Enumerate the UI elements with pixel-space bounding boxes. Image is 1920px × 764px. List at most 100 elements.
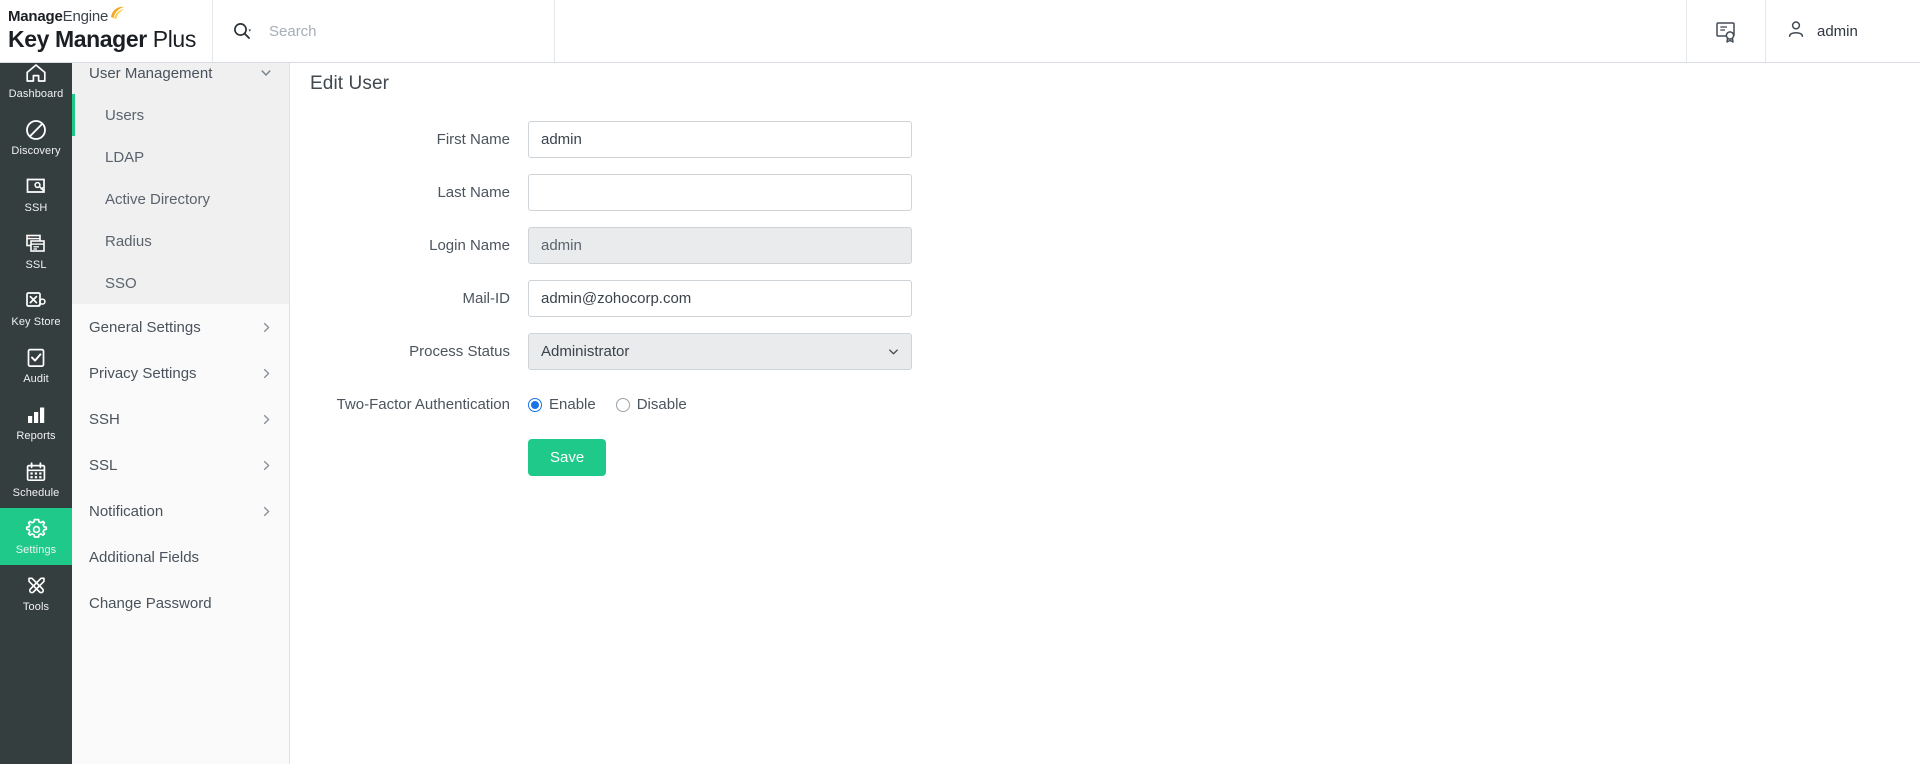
rail-label-tools: Tools xyxy=(22,601,50,613)
header-spacer xyxy=(555,0,1686,62)
rail-item-tools[interactable]: Tools xyxy=(0,565,72,622)
subnav-item-label-privacy-settings: Privacy Settings xyxy=(89,364,197,382)
rail-label-ssl: SSL xyxy=(25,259,47,271)
rail-item-reports[interactable]: Reports xyxy=(0,394,72,451)
rail-label-ssh: SSH xyxy=(24,202,48,214)
form-row-two-factor: Two-Factor Authentication Enable Disable xyxy=(310,386,1920,423)
main-content: Edit User First Name Last Name Login Nam… xyxy=(290,52,1920,764)
subnav-item-label-ssl: SSL xyxy=(89,456,118,474)
subnav-item-radius[interactable]: Radius xyxy=(72,220,289,262)
subnav-item-change-password[interactable]: Change Password xyxy=(72,580,289,626)
rail-label-audit: Audit xyxy=(23,373,49,385)
rail-item-ssh[interactable]: SSH xyxy=(0,166,72,223)
form-row-login-name: Login Name xyxy=(310,227,1920,264)
radio-enable-indicator xyxy=(528,397,542,412)
user-menu[interactable]: admin xyxy=(1765,0,1920,62)
rail-item-settings[interactable]: Settings xyxy=(0,508,72,565)
radio-disable-label: Disable xyxy=(636,396,687,413)
subnav-item-notification[interactable]: Notification xyxy=(72,488,289,534)
no-entry-compass-icon xyxy=(24,118,48,142)
last-name-input[interactable] xyxy=(528,174,912,211)
chevron-right-icon xyxy=(260,367,273,380)
rail-label-discovery: Discovery xyxy=(11,145,61,157)
rail-item-audit[interactable]: Audit xyxy=(0,337,72,394)
two-factor-radio-group: Enable Disable xyxy=(528,396,701,413)
subnav-item-label-general-settings: General Settings xyxy=(89,318,201,336)
logo-plus-text: Plus xyxy=(146,26,197,53)
label-first-name: First Name xyxy=(436,131,510,148)
subnav-item-general-settings[interactable]: General Settings xyxy=(72,304,289,350)
subnav-item-label-users: Users xyxy=(105,106,145,124)
rail-item-ssl[interactable]: SSL xyxy=(0,223,72,280)
logo-manageengine: Manage Engine xyxy=(8,7,212,26)
settings-secondary-nav: User Management Users LDAP Active Direct… xyxy=(72,52,290,764)
process-status-select[interactable]: Administrator xyxy=(528,333,912,370)
search-icon[interactable] xyxy=(232,21,253,42)
home-icon xyxy=(24,61,48,85)
radio-option-enable[interactable]: Enable xyxy=(528,396,596,413)
login-name-input xyxy=(528,227,912,264)
monitor-key-icon xyxy=(24,175,48,199)
header-actions: admin xyxy=(1686,0,1920,62)
calendar-icon xyxy=(24,460,48,484)
process-status-select-wrap: Administrator xyxy=(528,333,912,370)
chevron-right-icon xyxy=(260,505,273,518)
subnav-item-ssl[interactable]: SSL xyxy=(72,442,289,488)
radio-option-disable[interactable]: Disable xyxy=(615,396,687,413)
subnav-item-users[interactable]: Users xyxy=(72,94,289,136)
subnav-group-label: User Management xyxy=(89,64,213,82)
edit-user-form: First Name Last Name Login Name Mail-ID … xyxy=(290,121,1920,476)
tools-wrench-screwdriver-icon xyxy=(24,574,49,598)
primary-nav-rail: Dashboard Discovery SSH SSL Key Store Au… xyxy=(0,52,72,764)
rail-item-schedule[interactable]: Schedule xyxy=(0,451,72,508)
search-input[interactable] xyxy=(265,16,554,46)
label-mail-id: Mail-ID xyxy=(462,290,511,307)
app-logo[interactable]: Manage Engine Key Manager Plus xyxy=(0,0,213,62)
global-search xyxy=(213,0,555,62)
radio-enable-label: Enable xyxy=(549,396,596,413)
subnav-group-user-management: User Management Users LDAP Active Direct… xyxy=(72,52,289,304)
form-row-first-name: First Name xyxy=(310,121,1920,158)
clipboard-check-icon xyxy=(24,346,48,370)
manageengine-swoosh-icon xyxy=(109,5,126,24)
subnav-item-additional-fields[interactable]: Additional Fields xyxy=(72,534,289,580)
subnav-item-active-directory[interactable]: Active Directory xyxy=(72,178,289,220)
key-store-icon xyxy=(24,289,48,313)
subnav-item-ldap[interactable]: LDAP xyxy=(72,136,289,178)
subnav-item-sso[interactable]: SSO xyxy=(72,262,289,304)
mail-id-input[interactable] xyxy=(528,280,912,317)
form-actions: Save xyxy=(310,439,1920,476)
top-header: Manage Engine Key Manager Plus Search ad… xyxy=(0,0,1920,63)
rail-label-dashboard: Dashboard xyxy=(8,88,64,100)
rail-label-schedule: Schedule xyxy=(12,487,60,499)
subnav-item-label-notification: Notification xyxy=(89,502,164,520)
license-icon[interactable] xyxy=(1686,0,1765,62)
save-button[interactable]: Save xyxy=(528,439,607,476)
label-login-name: Login Name xyxy=(429,237,510,254)
subnav-item-label-additional-fields: Additional Fields xyxy=(89,548,200,566)
user-name-label: admin xyxy=(1817,22,1858,40)
label-process-status: Process Status xyxy=(409,343,510,360)
subnav-item-label-sso: SSO xyxy=(105,274,137,292)
subnav-item-ssh[interactable]: SSH xyxy=(72,396,289,442)
logo-manage-text: Manage xyxy=(8,8,63,26)
subnav-item-label-change-password: Change Password xyxy=(89,594,212,612)
user-avatar-icon xyxy=(1786,19,1806,43)
subnav-item-label-active-directory: Active Directory xyxy=(105,190,211,208)
subnav-item-label-ssh: SSH xyxy=(89,410,120,428)
subnav-item-label-radius: Radius xyxy=(105,232,152,250)
subnav-item-privacy-settings[interactable]: Privacy Settings xyxy=(72,350,289,396)
first-name-input[interactable] xyxy=(528,121,912,158)
logo-km-text: Key Manager xyxy=(8,26,147,53)
gear-icon xyxy=(24,517,49,541)
rail-item-key-store[interactable]: Key Store xyxy=(0,280,72,337)
rail-item-discovery[interactable]: Discovery xyxy=(0,109,72,166)
logo-engine-text: Engine xyxy=(62,8,109,26)
chevron-right-icon xyxy=(260,413,273,426)
logo-product-name: Key Manager Plus xyxy=(8,26,212,52)
form-row-last-name: Last Name xyxy=(310,174,1920,211)
rail-label-key-store: Key Store xyxy=(11,316,61,328)
form-row-process-status: Process Status Administrator xyxy=(310,333,1920,370)
certificate-window-icon xyxy=(24,232,48,256)
bar-chart-icon xyxy=(24,403,48,427)
